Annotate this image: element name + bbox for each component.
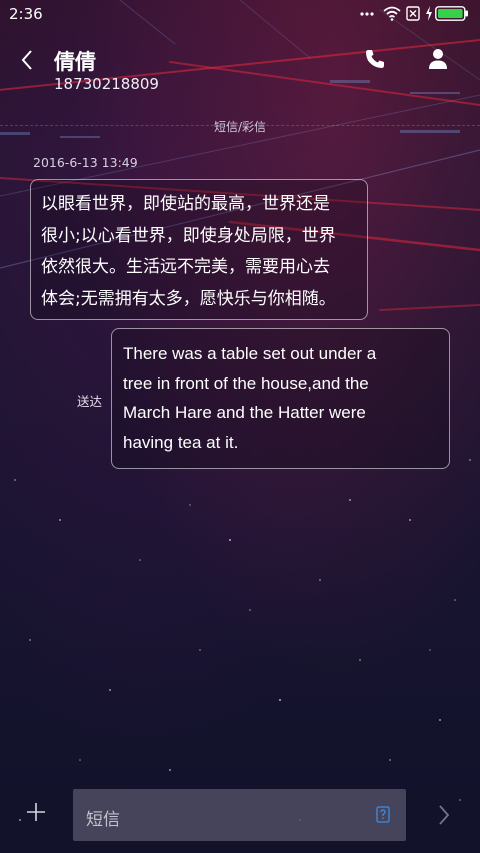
message-timestamp: 2016-6-13 13:49 xyxy=(33,155,138,170)
message-line: 依然很大。生活远不完美，需要用心去 xyxy=(41,257,330,277)
phone-call-icon[interactable] xyxy=(364,48,386,70)
wifi-icon xyxy=(383,6,401,21)
message-line: March Hare and the Hatter were xyxy=(123,403,366,422)
message-composer: 短信 xyxy=(0,785,480,845)
contact-name: 倩倩 xyxy=(54,50,96,74)
message-line: tree in front of the house,and the xyxy=(123,373,369,393)
contact-phone-number: 18730218809 xyxy=(54,75,159,93)
message-line: 很小;以心看世界，即使身处局限，世界 xyxy=(41,225,336,246)
incoming-message-bubble[interactable]: 以眼看世界，即使站的最高，世界还是 很小;以心看世界，即使身处局限，世界 依然很… xyxy=(30,179,368,320)
outgoing-message-bubble[interactable]: There was a table set out under a tree i… xyxy=(111,328,450,469)
message-input-placeholder: 短信 xyxy=(86,810,120,830)
status-bar: 2:36 xyxy=(0,0,480,28)
message-line: 体会;无需拥有太多，愿快乐与你相随。 xyxy=(41,288,336,309)
conversation-header: 倩倩 18730218809 xyxy=(0,40,480,100)
message-input[interactable]: 短信 xyxy=(73,789,406,841)
battery-icon xyxy=(435,6,468,21)
charging-icon xyxy=(426,6,432,21)
status-icons xyxy=(360,6,472,22)
status-time: 2:36 xyxy=(9,5,43,23)
send-arrow-icon[interactable] xyxy=(436,803,452,827)
message-line: There was a table set out under a xyxy=(123,344,377,363)
quick-text-icon[interactable] xyxy=(376,806,390,823)
attach-plus-icon[interactable] xyxy=(24,800,48,824)
channel-label: 短信/彩信 xyxy=(213,120,267,134)
message-line: having tea at it. xyxy=(123,432,239,452)
delivery-status: 送达 xyxy=(77,394,103,409)
message-line: 以眼看世界，即使站的最高，世界还是 xyxy=(41,194,330,214)
contact-profile-icon[interactable] xyxy=(428,48,448,70)
sim-off-icon xyxy=(406,6,420,21)
dots-icon xyxy=(360,12,374,16)
back-arrow-icon[interactable] xyxy=(16,48,40,72)
